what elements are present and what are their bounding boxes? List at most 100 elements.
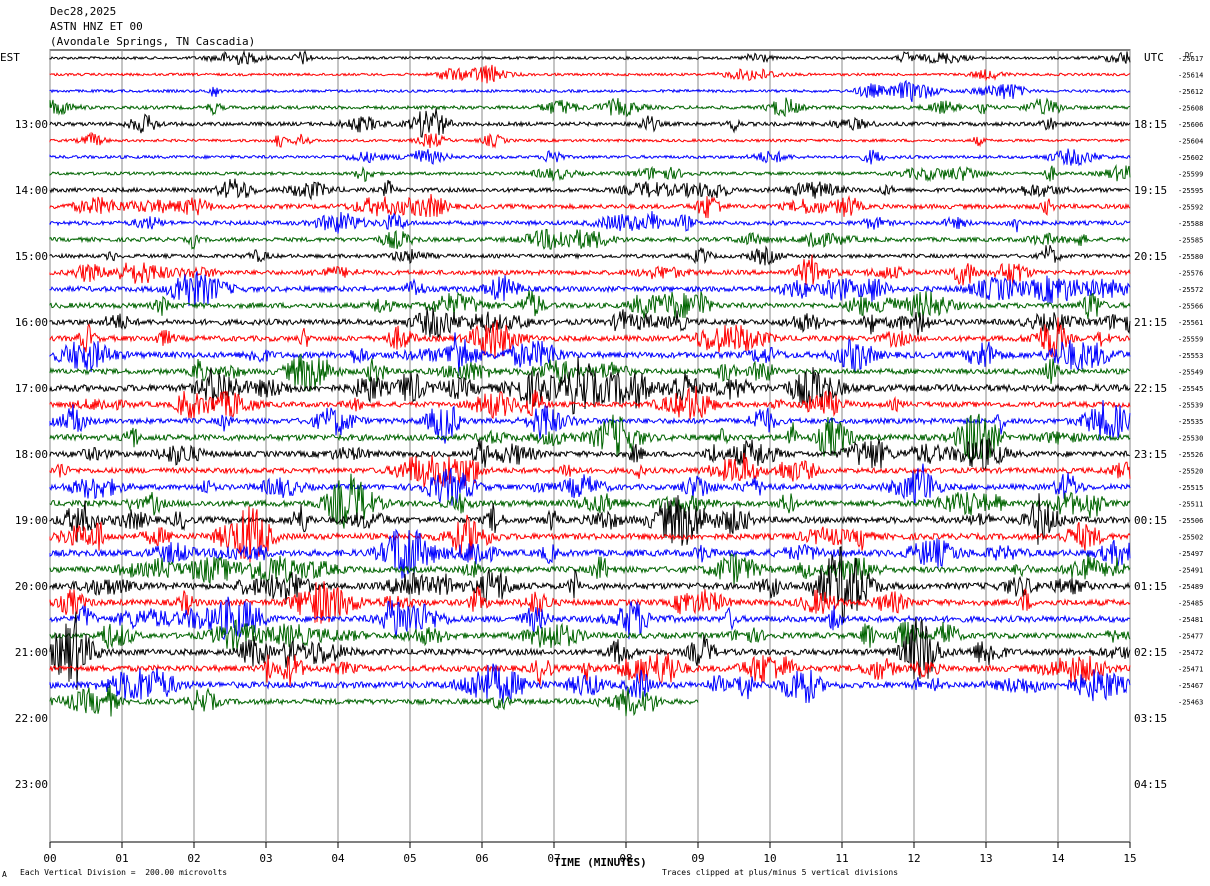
est-hour-label: 21:00 [15, 646, 48, 659]
dc-offset-label: -25553 [1178, 352, 1203, 360]
est-hour-label: 16:00 [15, 316, 48, 329]
helicorder-chart: 00 01 02 03 04 05 06 07 08 09 10 11 12 13 14 15EST UTC DC… [0, 49, 1203, 865]
dc-offset-label: -25535 [1178, 418, 1203, 426]
dc-offset-label: -25604 [1178, 138, 1203, 146]
utc-hour-label: 21:15 [1134, 316, 1167, 329]
utc-hour-label: 23:15 [1134, 448, 1167, 461]
dc-offset-label: -25491 [1178, 567, 1203, 575]
x-tick-label: 10 [763, 852, 776, 865]
x-tick-label: 11 [835, 852, 848, 865]
x-axis-title: TIME (MINUTES) [554, 856, 647, 869]
dc-offset-label: -25580 [1178, 253, 1203, 261]
utc-timezone-label: UTC [1144, 51, 1164, 64]
utc-hour-label: 04:15 [1134, 778, 1167, 791]
seismic-trace [49, 619, 1131, 651]
dc-offset-label: -25530 [1178, 435, 1203, 443]
dc-offset-label: -25549 [1178, 369, 1203, 377]
dc-offset-label: -25463 [1178, 699, 1203, 707]
scale-note: Each Vertical Division = 200.00 microvol… [20, 868, 228, 877]
seismic-trace [49, 254, 1131, 286]
dc-offset-label: -25520 [1178, 468, 1203, 476]
utc-hour-label: 03:15 [1134, 712, 1167, 725]
dc-offset-label: -25467 [1178, 682, 1203, 690]
dc-offset-label: -25545 [1178, 385, 1203, 393]
dc-offset-label: -25585 [1178, 237, 1203, 245]
dc-offset-label: -25526 [1178, 451, 1203, 459]
est-hour-label: 18:00 [15, 448, 48, 461]
est-hour-label: 22:00 [15, 712, 48, 725]
utc-hour-label: 22:15 [1134, 382, 1167, 395]
seismic-trace [49, 193, 1131, 219]
dc-offset-label: -25602 [1178, 154, 1203, 162]
x-tick-label: 04 [331, 852, 345, 865]
clip-note: Traces clipped at plus/minus 5 vertical … [662, 868, 899, 877]
seismic-trace [49, 64, 1131, 84]
est-hour-label: 14:00 [15, 184, 48, 197]
x-tick-label: 14 [1051, 852, 1065, 865]
est-hour-label: 15:00 [15, 250, 48, 263]
x-tick-label: 02 [187, 852, 200, 865]
x-tick-label: 12 [907, 852, 920, 865]
x-tick-label: 03 [259, 852, 272, 865]
dc-offset-label: -25595 [1178, 187, 1203, 195]
dc-offset-label: -25497 [1178, 550, 1203, 558]
x-tick-label: 09 [691, 852, 704, 865]
dc-offset-label: -25481 [1178, 616, 1203, 624]
seismic-trace [49, 49, 1131, 65]
x-tick-label: 01 [115, 852, 128, 865]
est-hour-label: 23:00 [15, 778, 48, 791]
x-tick-label: 15 [1123, 852, 1136, 865]
seismic-trace [49, 552, 1131, 586]
dc-offset-label: -25539 [1178, 402, 1203, 410]
dc-offset-label: -25489 [1178, 583, 1203, 591]
seismic-trace [49, 79, 1131, 103]
dc-offset-label: -25515 [1178, 484, 1203, 492]
dc-offset-label: -25614 [1178, 72, 1203, 80]
utc-hour-label: 02:15 [1134, 646, 1167, 659]
utc-hour-label: 18:15 [1134, 118, 1167, 131]
dc-offset-label: -25576 [1178, 270, 1203, 278]
dc-offset-label: -25559 [1178, 336, 1203, 344]
x-tick-label: 06 [475, 852, 488, 865]
seismic-trace [49, 211, 1131, 234]
seismic-trace [49, 271, 1131, 307]
est-hour-label: 13:00 [15, 118, 48, 131]
dc-offset-label: -25506 [1178, 517, 1203, 525]
dc-offset-label: -25511 [1178, 501, 1203, 509]
seismic-trace [49, 131, 1131, 149]
seismic-trace [49, 178, 1131, 201]
dc-offset-label: -25566 [1178, 303, 1203, 311]
utc-hour-label: 01:15 [1134, 580, 1167, 593]
dc-offset-label: -25472 [1178, 649, 1203, 657]
seismic-trace [49, 97, 1131, 118]
utc-hour-label: 19:15 [1134, 184, 1167, 197]
dc-offset-label: -25612 [1178, 88, 1203, 96]
dc-offset-label: -25617 [1178, 55, 1203, 63]
est-timezone-label: EST [0, 51, 20, 64]
est-hour-label: 19:00 [15, 514, 48, 527]
utc-hour-label: 20:15 [1134, 250, 1167, 263]
dc-offset-label: -25485 [1178, 600, 1203, 608]
seismic-trace [49, 245, 1131, 266]
seismic-trace [49, 148, 1131, 167]
dc-offset-label: -25572 [1178, 286, 1203, 294]
seismic-trace [49, 228, 1131, 250]
dc-offset-label: -25592 [1178, 204, 1203, 212]
x-tick-label: 00 [43, 852, 56, 865]
corner-mark: A [2, 870, 7, 879]
dc-offset-label: -25588 [1178, 220, 1203, 228]
seismic-trace [49, 108, 1131, 138]
seismic-trace [49, 307, 1131, 338]
utc-hour-label: 00:15 [1134, 514, 1167, 527]
seismic-trace [49, 163, 1131, 183]
dc-offset-label: -25599 [1178, 171, 1203, 179]
dc-offset-label: -25471 [1178, 666, 1203, 674]
dc-offset-label: -25606 [1178, 121, 1203, 129]
est-hour-label: 17:00 [15, 382, 48, 395]
x-tick-label: 13 [979, 852, 992, 865]
dc-offset-label: -25477 [1178, 633, 1203, 641]
dc-offset-label: -25502 [1178, 534, 1203, 542]
dc-offset-label: -25608 [1178, 105, 1203, 113]
est-hour-label: 20:00 [15, 580, 48, 593]
dc-offset-label: -25561 [1178, 319, 1203, 327]
